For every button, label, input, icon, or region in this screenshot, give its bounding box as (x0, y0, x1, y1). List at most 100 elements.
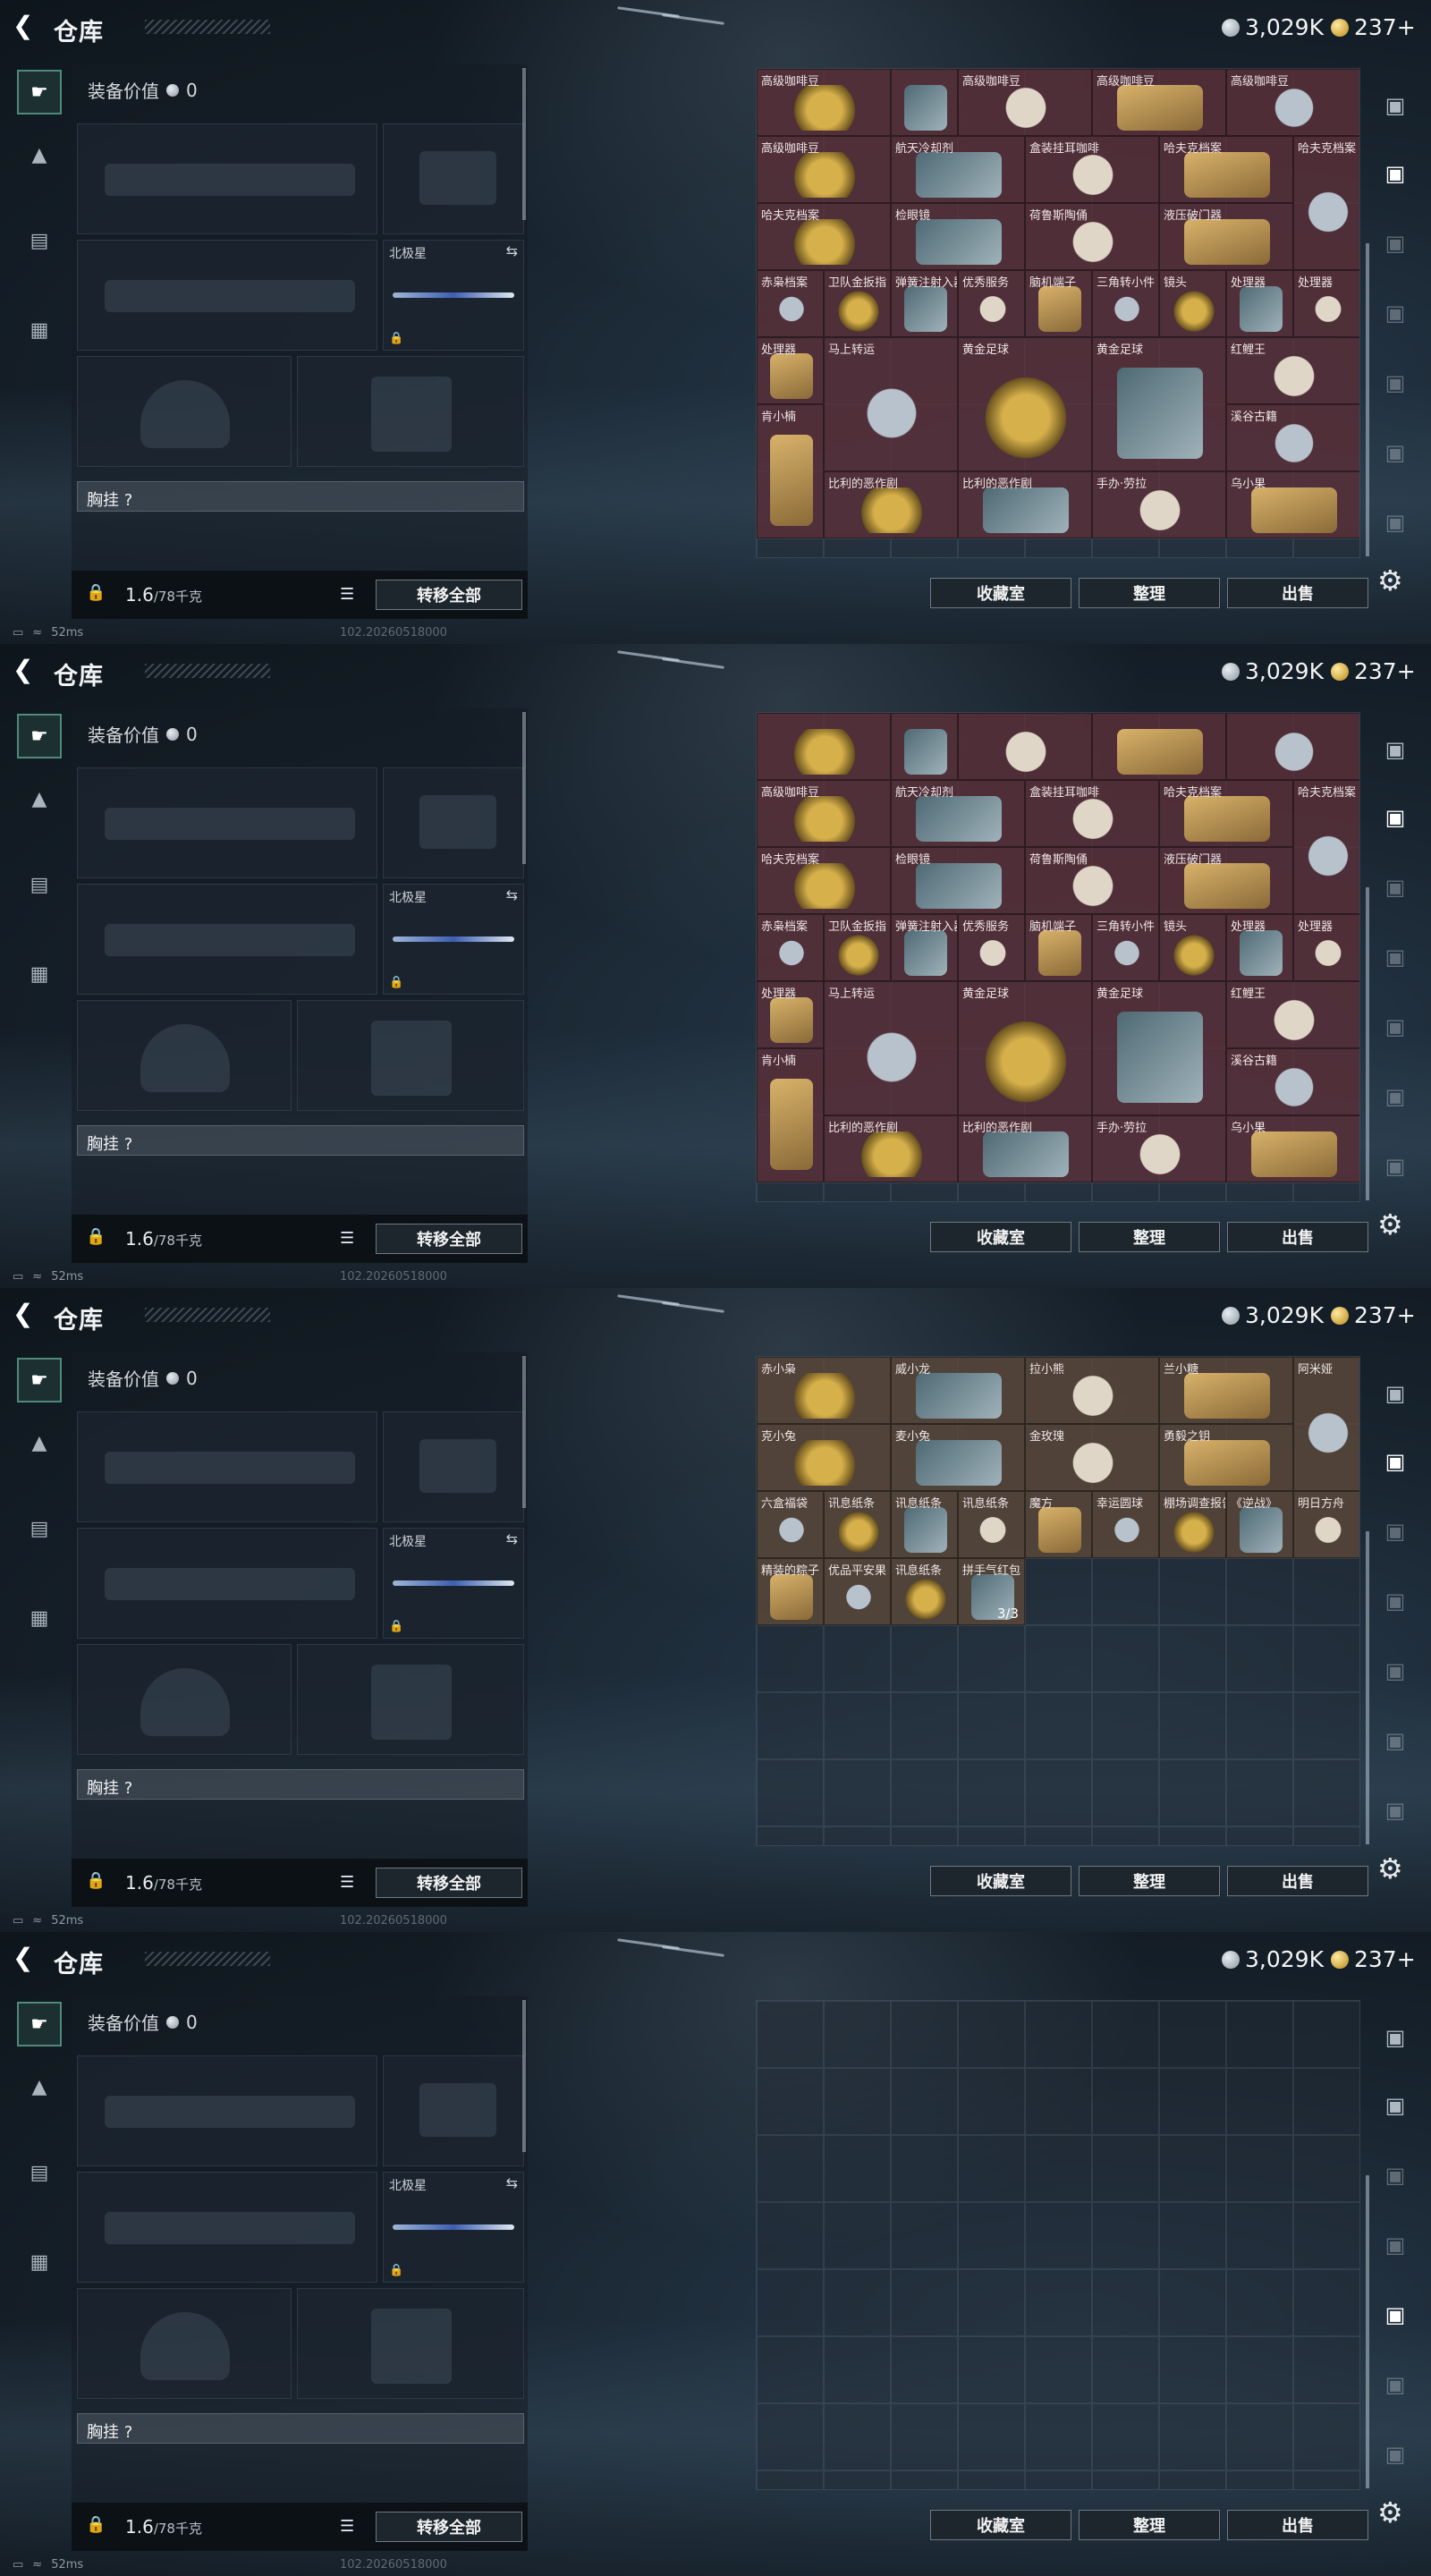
transfer-all-button[interactable]: 转移全部 (376, 1224, 522, 1254)
stash-item[interactable]: 魔方 (1025, 1491, 1092, 1558)
grid-cell[interactable] (1159, 1558, 1226, 1625)
stash-scrollbar[interactable] (1366, 887, 1369, 1200)
chest-rig-slot[interactable]: 胸挂 ? (77, 481, 524, 512)
grid-cell[interactable] (891, 2336, 958, 2403)
grid-cell[interactable] (1293, 1625, 1359, 1692)
grid-cell[interactable] (757, 2135, 824, 2202)
stash-item[interactable]: 赤枭档案 (757, 914, 824, 981)
stash-page-3-tab[interactable]: ▣ (1376, 2156, 1415, 2195)
collection-room-button[interactable]: 收藏室 (930, 1866, 1071, 1896)
stash-item[interactable]: 乌小果 (1226, 1115, 1359, 1182)
gold-currency[interactable]: 237+ (1331, 1946, 1416, 1972)
stash-item[interactable]: 高级咖啡豆 (1092, 69, 1226, 136)
grid-cell[interactable] (891, 1182, 958, 1201)
stash-item[interactable]: 液压破门器 (1159, 203, 1293, 270)
grid-cell[interactable] (1293, 2269, 1359, 2336)
stash-page-4-tab[interactable]: ▣ (1376, 2225, 1415, 2265)
grid-cell[interactable] (891, 2470, 958, 2489)
secondary-weapon-slot[interactable] (77, 240, 377, 351)
swap-icon[interactable]: ⇆ (506, 1530, 518, 1547)
grid-cell[interactable] (1025, 1692, 1092, 1759)
tab-weapons[interactable]: ☛ (17, 1358, 62, 1402)
grid-cell[interactable] (757, 2403, 824, 2470)
stash-item[interactable]: 弹簧注射入器 (891, 914, 958, 981)
grid-cell[interactable] (1159, 2068, 1226, 2135)
secondary-weapon-slot[interactable] (77, 884, 377, 995)
grid-cell[interactable] (757, 1625, 824, 1692)
grid-cell[interactable] (1025, 1826, 1092, 1845)
grid-cell[interactable] (1293, 1558, 1359, 1625)
grid-cell[interactable] (958, 2202, 1025, 2269)
stash-item[interactable]: 黄金足球 (1092, 981, 1226, 1115)
stash-page-5-tab[interactable]: ▣ (1376, 363, 1415, 402)
swap-icon[interactable]: ⇆ (506, 242, 518, 259)
list-icon[interactable]: ☰ (340, 585, 354, 604)
stash-item[interactable]: 威小龙 (891, 1357, 1025, 1424)
grid-cell[interactable] (1159, 538, 1226, 557)
melee-slot[interactable]: 北极星 ⇆ 🔒 (383, 240, 524, 351)
stash-page-7-tab[interactable]: ▣ (1376, 1791, 1415, 1830)
stash-item[interactable]: 红鲤王 (1226, 981, 1359, 1048)
stash-item[interactable]: 优秀服务 (958, 914, 1025, 981)
grid-cell[interactable] (1159, 2001, 1226, 2068)
stash-item[interactable]: 脑机端子 (1025, 270, 1092, 337)
grid-cell[interactable] (891, 2001, 958, 2068)
stash-item[interactable]: 黄金足球 (1092, 337, 1226, 471)
stash-page-1-tab[interactable]: ▣ (1376, 1374, 1415, 1413)
grid-cell[interactable] (1025, 2135, 1092, 2202)
stash-item[interactable]: 哈夫克档案 (757, 847, 891, 914)
stash-scrollbar[interactable] (1366, 1531, 1369, 1844)
grid-cell[interactable] (891, 1759, 958, 1826)
stash-item[interactable]: 溪谷古籍 (1226, 404, 1359, 471)
stash-item[interactable]: 检眼镜 (891, 847, 1025, 914)
stash-page-1-tab[interactable]: ▣ (1376, 86, 1415, 125)
stash-page-2-tab[interactable]: ▣ (1376, 154, 1415, 193)
chest-rig-slot[interactable]: 胸挂 ? (77, 1769, 524, 1800)
melee-slot[interactable]: 北极星 ⇆ 🔒 (383, 1528, 524, 1639)
grid-cell[interactable] (824, 2135, 891, 2202)
grid-cell[interactable] (1092, 2470, 1159, 2489)
stash-item[interactable]: 讯息纸条 (958, 1491, 1025, 1558)
stash-item[interactable] (891, 69, 958, 136)
grid-cell[interactable] (824, 538, 891, 557)
grid-cell[interactable] (824, 1759, 891, 1826)
pistol-slot[interactable] (383, 2055, 524, 2166)
stash-item[interactable]: 处理器 (1293, 914, 1359, 981)
gear-icon[interactable]: ⚙ (1377, 1852, 1403, 1885)
stash-item[interactable]: 镜头 (1159, 270, 1226, 337)
grid-cell[interactable] (1293, 538, 1359, 557)
grid-cell[interactable] (824, 2336, 891, 2403)
list-icon[interactable]: ☰ (340, 1229, 354, 1248)
stash-item[interactable]: 哈夫克档案 (1293, 136, 1359, 270)
grid-cell[interactable] (757, 1182, 824, 1201)
stash-item[interactable]: 处理器 (757, 981, 824, 1048)
gear-icon[interactable]: ⚙ (1377, 1208, 1403, 1241)
secondary-weapon-slot[interactable] (77, 1528, 377, 1639)
weight-lock-icon[interactable]: 🔒 (86, 1871, 106, 1893)
stash-item[interactable]: 哈夫克档案 (757, 203, 891, 270)
collection-room-button[interactable]: 收藏室 (930, 2510, 1071, 2540)
gear-icon[interactable]: ⚙ (1377, 2496, 1403, 2529)
stash-item[interactable]: 讯息纸条 (891, 1558, 958, 1625)
grid-cell[interactable] (824, 2403, 891, 2470)
list-icon[interactable]: ☰ (340, 2517, 354, 2536)
weight-lock-icon[interactable]: 🔒 (86, 1227, 106, 1249)
grid-cell[interactable] (1293, 2403, 1359, 2470)
gold-currency[interactable]: 237+ (1331, 658, 1416, 684)
stash-page-6-tab[interactable]: ▣ (1376, 1721, 1415, 1760)
grid-cell[interactable] (1293, 2068, 1359, 2135)
grid-cell[interactable] (757, 2269, 824, 2336)
grid-cell[interactable] (824, 2470, 891, 2489)
stash-item[interactable]: 高级咖啡豆 (757, 780, 891, 847)
stash-item[interactable]: 航天冷却剂 (891, 780, 1025, 847)
transfer-all-button[interactable]: 转移全部 (376, 580, 522, 610)
tab-armor[interactable]: ▲ (17, 132, 62, 177)
back-arrow-icon[interactable]: ❮ (13, 1945, 36, 1971)
collection-room-button[interactable]: 收藏室 (930, 578, 1071, 608)
grid-cell[interactable] (1092, 538, 1159, 557)
stash-page-2-tab[interactable]: ▣ (1376, 1442, 1415, 1481)
grid-cell[interactable] (1226, 2202, 1293, 2269)
stash-item[interactable] (891, 713, 958, 780)
stash-page-6-tab[interactable]: ▣ (1376, 1077, 1415, 1116)
grid-cell[interactable] (1226, 1625, 1293, 1692)
